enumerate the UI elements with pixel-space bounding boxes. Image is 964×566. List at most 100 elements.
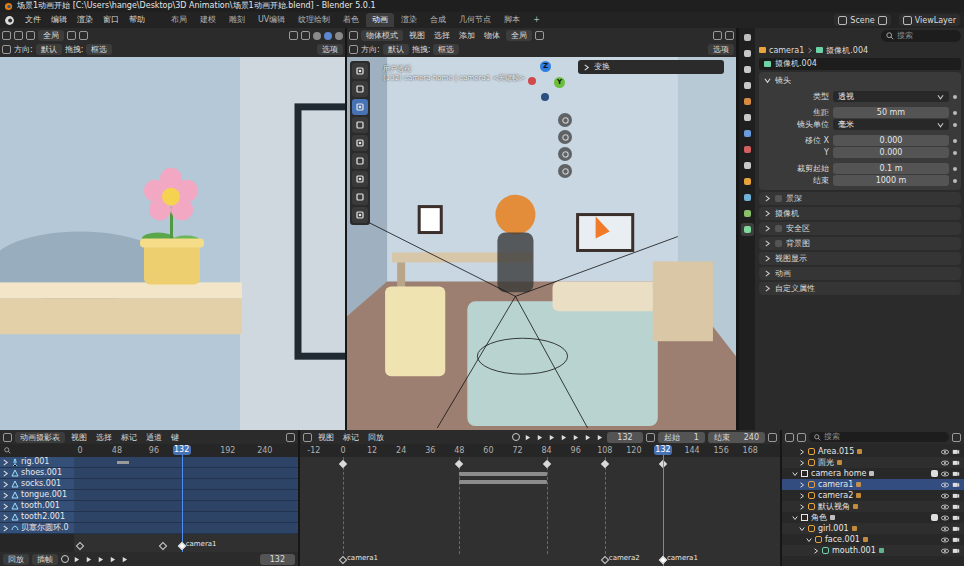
keyframe-dot-icon[interactable]: [953, 179, 957, 183]
axis-x-dot[interactable]: [528, 77, 536, 85]
tool-button[interactable]: [352, 171, 368, 187]
outliner-row[interactable]: 面光: [782, 457, 964, 468]
overlay-icon[interactable]: [289, 31, 298, 40]
editor-type-icon[interactable]: [741, 31, 754, 44]
render-camera-icon[interactable]: [952, 514, 960, 521]
transform-panel[interactable]: 变换: [578, 60, 724, 74]
navigation-button[interactable]: [558, 130, 572, 144]
expand-arrow-icon[interactable]: [799, 460, 805, 466]
collapsed-panel[interactable]: 摄像机: [759, 207, 961, 220]
panel-checkbox[interactable]: [775, 195, 782, 202]
navigation-button[interactable]: [558, 147, 572, 161]
pivot-dropdown[interactable]: 全局: [506, 30, 532, 41]
channel-row[interactable]: tooth2.001: [0, 512, 74, 523]
eye-icon[interactable]: [941, 482, 949, 488]
property-number-field[interactable]: 0.1 m: [833, 163, 949, 174]
properties-tab[interactable]: [741, 223, 754, 236]
properties-tab[interactable]: [741, 127, 754, 140]
keyframe-hold[interactable]: [459, 480, 546, 484]
tool-button[interactable]: [352, 153, 368, 169]
viewport-canvas[interactable]: 用户透视(132) camera home | camera1 <关键帧>ZY变…: [347, 57, 736, 430]
properties-tab[interactable]: [741, 159, 754, 172]
properties-tab[interactable]: [741, 79, 754, 92]
options-dropdown[interactable]: 选项: [708, 44, 734, 55]
marker[interactable]: camera1: [660, 554, 698, 563]
playback-control[interactable]: [96, 556, 105, 563]
eye-icon[interactable]: [941, 504, 949, 510]
properties-tab[interactable]: [741, 95, 754, 108]
outliner-row[interactable]: face.001: [782, 534, 964, 545]
current-frame-field[interactable]: 132: [260, 554, 295, 565]
collapsed-panel[interactable]: 景深: [759, 192, 961, 205]
keyframe-dot-icon[interactable]: [953, 111, 957, 115]
outliner-row[interactable]: 默认视角: [782, 501, 964, 512]
keying-icon[interactable]: [768, 433, 777, 442]
workspace-tab[interactable]: 脚本: [498, 13, 526, 27]
data-block-field[interactable]: 摄像机.004: [759, 58, 961, 70]
menu-item[interactable]: 渲染: [73, 13, 97, 27]
view-layer-field[interactable]: ViewLayer: [899, 14, 960, 26]
keyframe-dot-icon[interactable]: [953, 167, 957, 171]
eye-icon[interactable]: [941, 537, 949, 543]
playback-control[interactable]: [523, 434, 532, 441]
navigation-button[interactable]: [558, 164, 572, 178]
keyframe-hold[interactable]: [459, 472, 546, 476]
drag-dropdown[interactable]: 框选: [433, 44, 459, 55]
workspace-tab[interactable]: 合成: [424, 13, 452, 27]
playback-control[interactable]: [559, 434, 568, 441]
outliner-row[interactable]: camera home: [782, 468, 964, 479]
dope-sheet-track[interactable]: 04896192240132camera1: [74, 444, 298, 552]
workspace-tab[interactable]: UV编辑: [252, 13, 291, 27]
mode-dropdown[interactable]: 物体模式: [361, 30, 403, 41]
collapsed-panel[interactable]: 背景图: [759, 237, 961, 250]
workspace-tab[interactable]: 几何节点: [453, 13, 497, 27]
menu-item[interactable]: 窗口: [99, 13, 123, 27]
xray-icon[interactable]: [301, 31, 310, 40]
channel-row[interactable]: tongue.001: [0, 490, 74, 501]
expand-arrow-icon[interactable]: [799, 526, 805, 532]
blender-logo-icon[interactable]: [4, 15, 15, 26]
clock-icon[interactable]: [646, 433, 655, 442]
channel-row[interactable]: rig.001: [0, 457, 74, 468]
keyframe[interactable]: [339, 460, 347, 468]
property-dropdown[interactable]: 毫米: [833, 119, 949, 130]
timeline-menu[interactable]: 视图: [315, 432, 337, 443]
outliner-row[interactable]: camera1: [782, 479, 964, 490]
record-icon[interactable]: [61, 555, 69, 563]
playback-control[interactable]: [120, 556, 129, 563]
expand-arrow-icon[interactable]: [799, 482, 805, 488]
display-mode-icon[interactable]: [797, 433, 806, 442]
outliner-row[interactable]: mouth.001: [782, 545, 964, 556]
pivot-dropdown[interactable]: 全局: [38, 30, 64, 41]
menu-item[interactable]: 文件: [21, 13, 45, 27]
eye-icon[interactable]: [941, 526, 949, 532]
dope-sheet-mode-dropdown[interactable]: 动画摄影表: [15, 432, 65, 443]
properties-tab[interactable]: [741, 207, 754, 220]
tool-button[interactable]: [352, 63, 368, 79]
outliner-row[interactable]: girl.001: [782, 523, 964, 534]
marker[interactable]: [160, 543, 166, 549]
keyframe[interactable]: [601, 460, 609, 468]
workspace-tab[interactable]: 动画: [366, 13, 394, 27]
select-mode-icon[interactable]: [14, 31, 23, 40]
channel-row[interactable]: tooth.001: [0, 501, 74, 512]
marker[interactable]: camera1: [340, 554, 378, 563]
outliner-row[interactable]: camera2: [782, 490, 964, 501]
tool-button[interactable]: [352, 117, 368, 133]
workspace-tab[interactable]: 雕刻: [223, 13, 251, 27]
viewport-menu[interactable]: 添加: [456, 30, 478, 41]
navigation-gizmo[interactable]: ZY: [526, 61, 566, 105]
keyframe[interactable]: [542, 460, 550, 468]
add-workspace-button[interactable]: +: [527, 13, 546, 27]
axis-z[interactable]: Z: [540, 61, 551, 72]
panel-checkbox[interactable]: [775, 240, 782, 247]
pin-icon[interactable]: [878, 16, 887, 25]
properties-tab[interactable]: [741, 47, 754, 60]
playback-control[interactable]: [535, 434, 544, 441]
keyframe-dot-icon[interactable]: [953, 123, 957, 127]
outliner-row[interactable]: Area.015: [782, 446, 964, 457]
drag-dropdown[interactable]: 框选: [86, 44, 112, 55]
render-camera-icon[interactable]: [952, 481, 960, 488]
dope-sheet-menu[interactable]: 选择: [93, 432, 115, 443]
playback-control[interactable]: [595, 434, 604, 441]
